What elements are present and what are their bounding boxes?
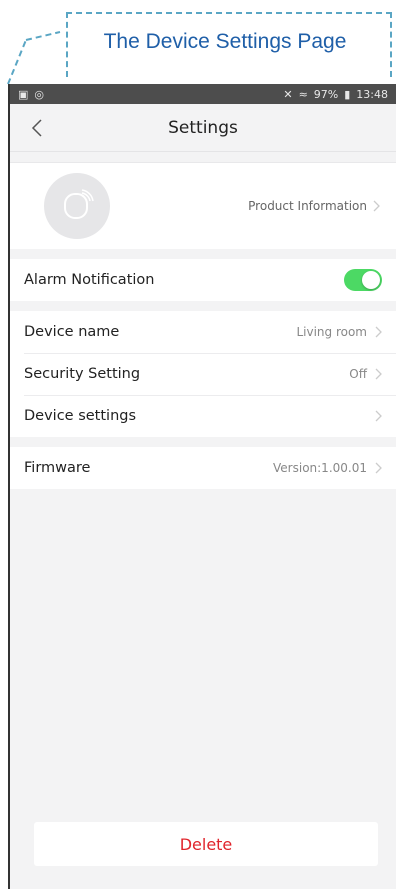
- device-name-row[interactable]: Device name Living room: [10, 311, 396, 353]
- security-setting-row[interactable]: Security Setting Off: [10, 353, 396, 395]
- product-card: Product Information: [10, 162, 396, 249]
- back-button[interactable]: [24, 114, 50, 142]
- product-information-label: Product Information: [248, 199, 367, 213]
- chevron-left-icon: [31, 119, 42, 137]
- chevron-right-icon: [373, 200, 380, 212]
- device-name-value: Living room: [296, 325, 367, 339]
- device-icon: [64, 189, 94, 219]
- chevron-right-icon: [375, 462, 382, 474]
- circle-icon: ◎: [34, 87, 45, 101]
- alarm-notification-row: Alarm Notification: [10, 259, 396, 301]
- clock: 13:48: [356, 87, 388, 101]
- product-information-link[interactable]: Product Information: [248, 199, 380, 213]
- battery-percent: 97%: [313, 87, 339, 101]
- nav-bar: Settings: [10, 104, 396, 152]
- toggle-knob: [362, 271, 380, 289]
- callout-title: The Device Settings Page: [103, 30, 347, 53]
- alarm-notification-label: Alarm Notification: [24, 272, 155, 288]
- phone-screen: ▣ ◎ ✕ ≈ 97% ▮ 13:48 Settings Product Inf…: [8, 84, 396, 889]
- delete-button[interactable]: Delete: [34, 822, 378, 866]
- page-title: Settings: [168, 117, 238, 138]
- screen: The Device Settings Page ▣ ◎ ✕ ≈ 97% ▮ 1…: [0, 0, 396, 889]
- device-settings-row[interactable]: Device settings: [10, 395, 396, 437]
- mute-icon: ✕: [283, 87, 293, 101]
- device-name-label: Device name: [24, 324, 120, 340]
- wifi-icon: ≈: [298, 87, 308, 101]
- chevron-right-icon: [375, 326, 382, 338]
- device-settings-group: Device name Living room Security Setting…: [10, 311, 396, 437]
- device-avatar: [44, 173, 110, 239]
- alarm-notification-toggle[interactable]: [344, 269, 382, 291]
- battery-icon: ▮: [344, 87, 351, 101]
- callout-leader-line: [7, 31, 61, 85]
- firmware-row[interactable]: Firmware Version:1.00.01: [10, 447, 396, 489]
- image-icon: ▣: [18, 87, 29, 101]
- security-setting-label: Security Setting: [24, 366, 141, 382]
- chevron-right-icon: [375, 410, 382, 422]
- firmware-label: Firmware: [24, 460, 91, 476]
- device-settings-label: Device settings: [24, 408, 137, 424]
- firmware-version: Version:1.00.01: [273, 461, 367, 475]
- security-setting-value: Off: [349, 367, 367, 381]
- status-bar: ▣ ◎ ✕ ≈ 97% ▮ 13:48: [10, 84, 396, 104]
- chevron-right-icon: [375, 368, 382, 380]
